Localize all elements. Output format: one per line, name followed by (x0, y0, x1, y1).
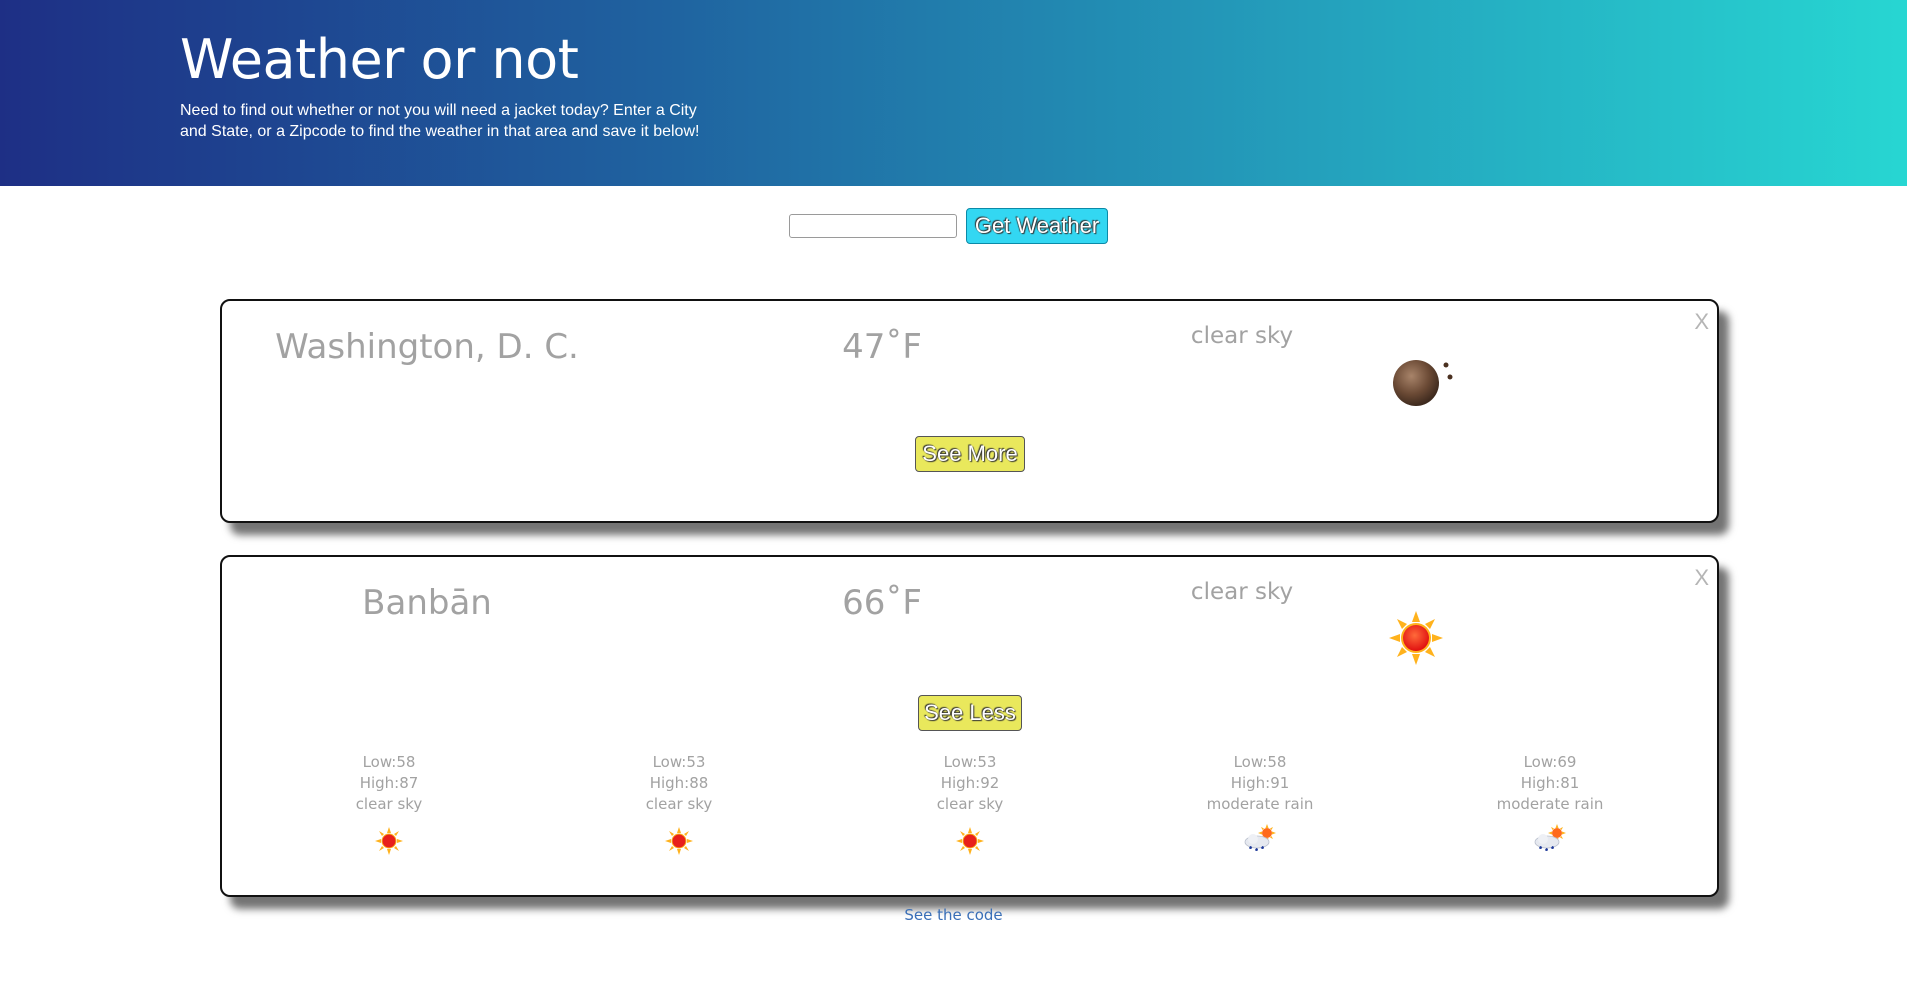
forecast-low: Low:69 (1523, 753, 1577, 771)
forecast-description: clear sky (355, 795, 423, 813)
forecast-low: Low:58 (362, 753, 416, 771)
city-name: Washington, D. C. (275, 327, 579, 367)
see-code-link[interactable]: See the code (0, 906, 1907, 924)
clear-night-moon-icon (1393, 360, 1453, 406)
close-card-button[interactable]: X (1694, 567, 1709, 589)
city-name: Banbān (362, 583, 492, 623)
page-title: Weather or not (180, 28, 579, 91)
forecast-day: Low:69 High:81 moderate rain (1460, 752, 1640, 859)
forecast-description: clear sky (936, 795, 1004, 813)
see-code-link-label[interactable]: See the code (904, 906, 1002, 924)
page-description: Need to find out whether or not you will… (180, 102, 700, 140)
weather-card: X Banbān 66˚F clear sky See Less Low:58 … (220, 555, 1719, 897)
forecast-day: Low:58 High:91 moderate rain (1170, 752, 1350, 859)
forecast-high: High:87 (359, 774, 419, 792)
weather-card: X Washington, D. C. 47˚F clear sky See M… (220, 299, 1719, 523)
forecast-day: Low:53 High:92 clear sky (880, 752, 1060, 859)
forecast-high: High:81 (1520, 774, 1580, 792)
forecast-description: moderate rain (1206, 795, 1314, 813)
weather-description: clear sky (1190, 323, 1294, 349)
forecast-description: moderate rain (1496, 795, 1604, 813)
forecast-day: Low:58 High:87 clear sky (299, 752, 479, 859)
see-less-button[interactable]: See Less (918, 695, 1022, 731)
forecast-low: Low:53 (652, 753, 706, 771)
forecast-high: High:88 (649, 774, 709, 792)
sun-icon (375, 827, 403, 855)
get-weather-button[interactable]: Get Weather (966, 208, 1108, 244)
forecast-day: Low:53 High:88 clear sky (589, 752, 769, 859)
forecast-low: Low:53 (943, 753, 997, 771)
forecast-low: Low:58 (1233, 753, 1287, 771)
header-banner: Weather or not Need to find out whether … (0, 0, 1907, 186)
close-card-button[interactable]: X (1694, 311, 1709, 333)
current-temperature: 66˚F (842, 583, 922, 623)
sun-icon (665, 827, 693, 855)
current-temperature: 47˚F (842, 327, 922, 367)
forecast-high: High:91 (1230, 774, 1290, 792)
sun-icon (1389, 611, 1443, 665)
weather-description: clear sky (1190, 579, 1294, 605)
rain-cloud-sun-icon (1244, 824, 1276, 852)
rain-cloud-sun-icon (1534, 824, 1566, 852)
location-input[interactable] (789, 214, 957, 238)
see-more-button[interactable]: See More (915, 436, 1025, 472)
forecast-high: High:92 (940, 774, 1000, 792)
sun-icon (956, 827, 984, 855)
forecast-description: clear sky (645, 795, 713, 813)
